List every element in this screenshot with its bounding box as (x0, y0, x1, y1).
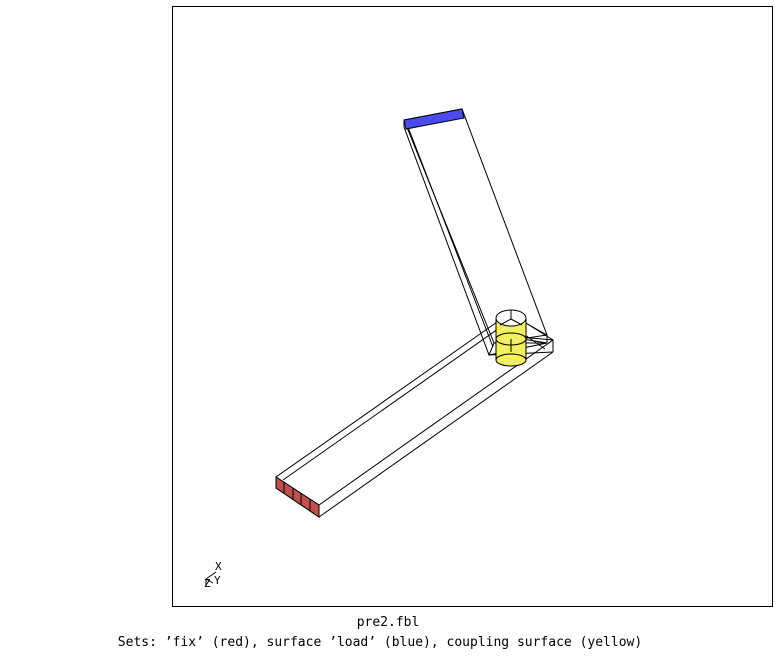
fix-set-red (275, 476, 320, 518)
caption: Sets: ’fix’ (red), surface ’load’ (blue)… (0, 635, 784, 651)
file-name-text: pre2.fbl (356, 615, 420, 630)
caption-text: Sets: ’fix’ (red), surface ’load’ (blue)… (117, 635, 643, 650)
file-name: pre2.fbl (0, 615, 784, 631)
axis-triad: X Y Z (204, 560, 222, 590)
graphics-viewport[interactable]: X Y Z (172, 6, 773, 607)
coupling-surface-yellow (495, 309, 527, 367)
axis-z-label: Z (204, 577, 211, 590)
axis-x-label: X (215, 560, 222, 573)
axis-y-label: Y (214, 574, 221, 587)
load-surface-blue (403, 108, 465, 130)
model-view: X Y Z (204, 108, 554, 590)
